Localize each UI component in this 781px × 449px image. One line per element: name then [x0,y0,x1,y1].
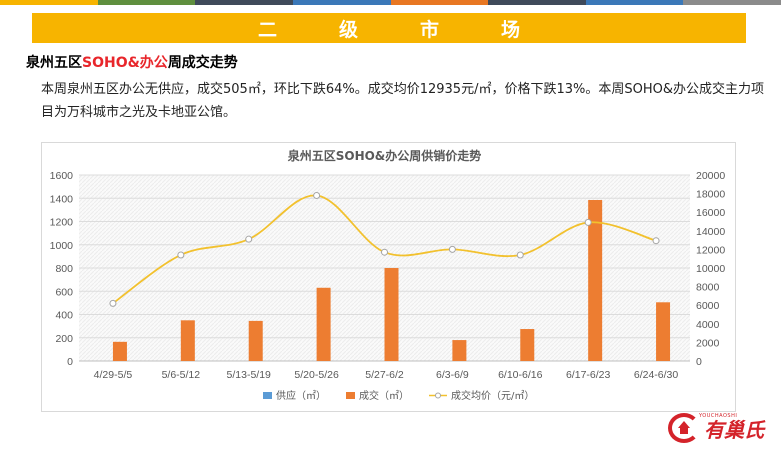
top-stripe [683,0,781,5]
y-right-tick-label: 12000 [696,244,725,256]
legend-swatch-marker [435,392,441,399]
price-point [448,245,456,253]
top-stripe [390,0,489,5]
subtitle-highlight: SOHO&办公 [82,55,168,71]
bar-deal [248,320,263,361]
y-right-tick-label: 14000 [696,226,725,238]
legend-label: 供应（㎡） [276,389,326,402]
y-left-tick-label: 1600 [50,170,74,182]
y-left-tick-label: 400 [55,310,73,322]
top-stripe [488,0,586,5]
legend-label: 成交（㎡） [359,389,409,402]
y-right-tick-label: 20000 [696,170,725,182]
logo-small-text: YOUCHAOSHI [699,413,738,419]
y-right-tick-label: 10000 [696,263,725,275]
bar-deal [316,287,331,361]
banner-title: 二级市场 [257,18,582,41]
legend-swatch [346,392,355,399]
y-left-tick-label: 1200 [50,217,74,229]
subtitle-suffix: 周成交走势 [167,55,238,71]
section-subtitle: 泉州五区SOHO&办公周成交走势 [26,52,238,72]
top-stripe [585,0,684,5]
top-color-stripes [0,0,781,5]
y-right-tick-label: 8000 [696,282,720,294]
y-right-tick-label: 2000 [696,337,720,349]
bar-deal [180,320,195,361]
y-left-tick-label: 1000 [50,240,74,252]
summary-paragraph: 本周泉州五区办公无供应，成交505㎡，环比下跌64%。成交均价12935元/㎡，… [41,82,764,120]
chart-container: 泉州五区SOHO&办公周供销价走势 0 200 400 600 800 1000 1200 14… [41,142,736,412]
combo-chart: 泉州五区SOHO&办公周供销价走势 0 200 400 600 800 1000 1200 14… [50,148,726,402]
y-left-tick-label: 1400 [50,193,74,205]
y-right-tick-label: 4000 [696,319,720,331]
top-stripe [195,0,293,5]
y-left-tick-label: 200 [55,333,73,345]
x-tick-label: 6/3-6/9 [436,369,469,381]
top-stripe [0,0,98,5]
price-point [381,248,388,256]
y-right-tick-label: 6000 [696,300,720,312]
x-tick-label: 5/13-5/19 [227,369,272,381]
price-point [177,251,185,259]
x-tick-label: 5/27-6/2 [365,369,404,381]
logo-house-icon [668,413,700,443]
price-point [313,191,321,199]
y-right-tick-label: 18000 [696,189,725,201]
price-point [584,218,592,226]
price-point [652,237,660,245]
subtitle-prefix: 泉州五区 [26,55,82,71]
y-right-tick-label: 0 [696,356,702,368]
price-point [109,299,117,307]
x-tick-label: 4/29-5/5 [94,369,133,381]
section-banner: 二级市场 [32,13,746,43]
y-left-tick-label: 0 [67,356,73,368]
x-tick-label: 5/20-5/26 [294,369,339,381]
top-stripe [292,0,391,5]
y-left-tick-label: 600 [55,286,73,298]
bar-deal [112,341,127,361]
bar-deal [384,268,399,361]
legend-swatch [263,392,272,399]
bar-deal [520,329,535,361]
x-tick-label: 5/6-5/12 [162,369,201,381]
chart-title: 泉州五区SOHO&办公周供销价走势 [288,148,482,163]
y-left-tick-label: 800 [55,263,73,275]
top-stripe [97,0,196,5]
price-point [245,235,253,243]
x-tick-label: 6/10-6/16 [498,369,543,381]
price-point [516,251,524,259]
x-tick-label: 6/17-6/23 [566,369,611,381]
legend-label: 成交均价（元/㎡） [451,389,534,402]
bar-deal [452,340,467,361]
y-right-tick-label: 16000 [696,207,725,219]
bar-deal [656,302,671,361]
x-tick-label: 6/24-6/30 [634,369,679,381]
